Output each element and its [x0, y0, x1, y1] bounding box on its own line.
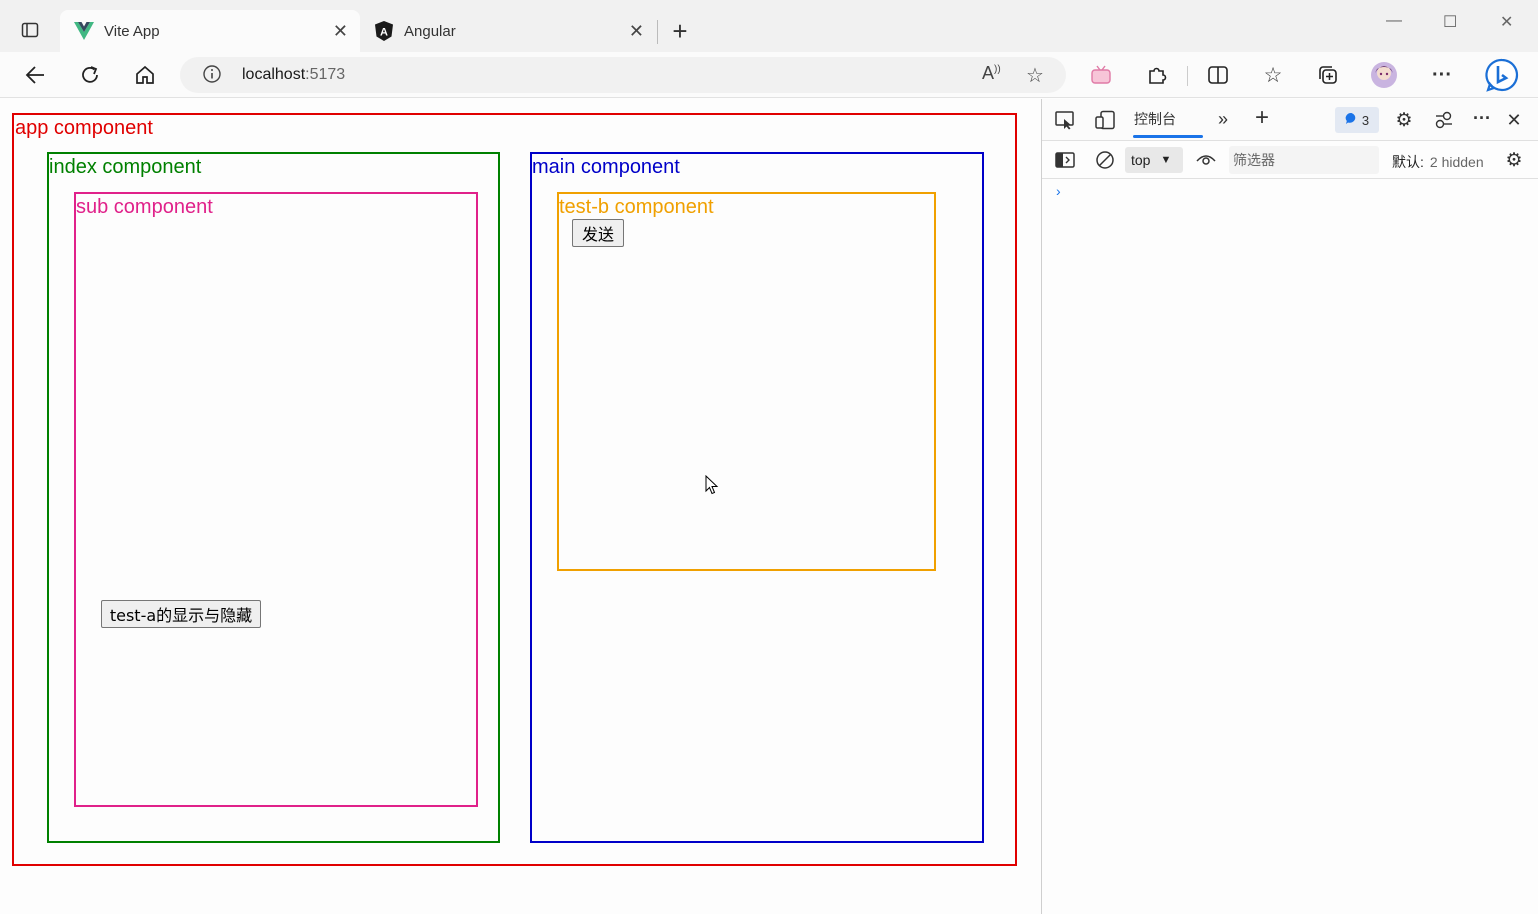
dropdown-arrow-icon: ▼	[1160, 154, 1172, 166]
app-component-label: app component	[15, 117, 153, 139]
context-select[interactable]: top ▼	[1125, 147, 1183, 173]
hidden-count: 2 hidden	[1429, 154, 1484, 170]
vue-logo-icon	[74, 21, 94, 41]
test-b-component-box: test-b component 发送	[557, 192, 936, 571]
angular-logo-icon: A	[374, 21, 394, 41]
sub-component-box: sub component test-a的显示与隐藏	[74, 192, 478, 807]
devtools-tab-bar: 控制台 » + 3 ⚙ ··· ✕	[1042, 99, 1538, 141]
minimize-icon[interactable]: —	[1386, 12, 1402, 30]
home-icon[interactable]	[131, 61, 159, 89]
tab-title: Angular	[404, 22, 456, 40]
tab-vite-app[interactable]: Vite App ✕	[60, 10, 360, 52]
favorites-icon[interactable]: ☆	[1259, 61, 1287, 89]
page-viewport: app component index component sub compon…	[0, 99, 1041, 914]
message-icon	[1345, 112, 1358, 128]
read-aloud-icon[interactable]: A))	[982, 63, 1001, 84]
close-window-icon[interactable]: ✕	[1500, 12, 1513, 32]
context-value: top	[1131, 152, 1151, 168]
more-tabs-icon[interactable]: »	[1211, 107, 1235, 131]
more-options-icon[interactable]: ···	[1428, 61, 1456, 89]
console-settings-icon[interactable]: ⚙	[1502, 148, 1526, 172]
info-icon[interactable]	[202, 64, 222, 89]
back-icon[interactable]	[21, 61, 49, 89]
close-tab-icon[interactable]: ✕	[333, 21, 348, 42]
collections-icon[interactable]	[1314, 61, 1342, 89]
add-tool-icon[interactable]: +	[1250, 104, 1274, 131]
tab-actions-icon[interactable]	[16, 16, 44, 44]
bing-copilot-icon[interactable]	[1484, 57, 1520, 93]
filter-input[interactable]	[1229, 146, 1379, 174]
maximize-icon[interactable]: ☐	[1443, 12, 1457, 32]
toolbar-separator	[1187, 66, 1188, 86]
customize-icon[interactable]	[1432, 108, 1456, 132]
avatar[interactable]	[1370, 61, 1398, 89]
mouse-cursor-icon	[705, 475, 719, 495]
test-b-component-label: test-b component	[559, 196, 714, 218]
extensions-icon[interactable]	[1143, 61, 1171, 89]
send-button[interactable]: 发送	[572, 219, 624, 247]
refresh-icon[interactable]	[76, 61, 104, 89]
main-component-label: main component	[532, 156, 680, 178]
log-levels-dropdown[interactable]: 默认: 2 hidden	[1392, 152, 1484, 172]
app-component-box: app component index component sub compon…	[12, 113, 1017, 866]
clear-console-icon[interactable]	[1093, 148, 1117, 172]
url-field[interactable]: localhost:5173 A)) ☆	[180, 57, 1066, 93]
levels-label: 默认	[1392, 154, 1420, 170]
new-tab-icon[interactable]: +	[666, 16, 694, 46]
message-count: 3	[1361, 112, 1370, 128]
devtools-more-icon[interactable]: ···	[1470, 106, 1494, 130]
sidebar-toggle-icon[interactable]	[1053, 148, 1077, 172]
tv-extension-icon[interactable]	[1087, 61, 1115, 89]
sub-component-label: sub component	[76, 196, 213, 218]
devtools-panel: 控制台 » + 3 ⚙ ··· ✕ top ▼ 默认:2 hidden ⚙	[1041, 99, 1538, 914]
toggle-test-a-button[interactable]: test-a的显示与隐藏	[101, 600, 261, 628]
svg-text:A: A	[380, 27, 388, 39]
tab-angular[interactable]: A Angular ✕	[360, 10, 656, 52]
close-tab-icon[interactable]: ✕	[629, 21, 644, 42]
tab-separator	[657, 20, 658, 44]
messages-badge[interactable]: 3	[1335, 107, 1379, 133]
add-favorite-icon[interactable]: ☆	[1026, 63, 1044, 88]
console-toolbar: top ▼ 默认:2 hidden ⚙	[1042, 142, 1538, 179]
index-component-box: index component sub component test-a的显示与…	[47, 152, 500, 843]
tab-bar: Vite App ✕ A Angular ✕ + — ☐ ✕	[0, 0, 1538, 52]
active-tab-indicator	[1133, 135, 1203, 138]
settings-icon[interactable]: ⚙	[1392, 108, 1416, 132]
index-component-label: index component	[49, 156, 202, 178]
device-emulation-icon[interactable]	[1093, 108, 1117, 132]
tab-console[interactable]: 控制台	[1134, 109, 1176, 129]
live-expression-eye-icon[interactable]	[1194, 148, 1218, 172]
split-screen-icon[interactable]	[1204, 61, 1232, 89]
address-toolbar: localhost:5173 A)) ☆ ☆ ···	[0, 52, 1538, 98]
url-text: localhost:5173	[242, 66, 346, 83]
close-devtools-icon[interactable]: ✕	[1502, 108, 1526, 132]
tab-title: Vite App	[104, 22, 160, 40]
main-component-box: main component test-b component 发送	[530, 152, 984, 843]
inspect-element-icon[interactable]	[1053, 108, 1077, 132]
console-prompt-icon[interactable]: ›	[1056, 183, 1061, 199]
